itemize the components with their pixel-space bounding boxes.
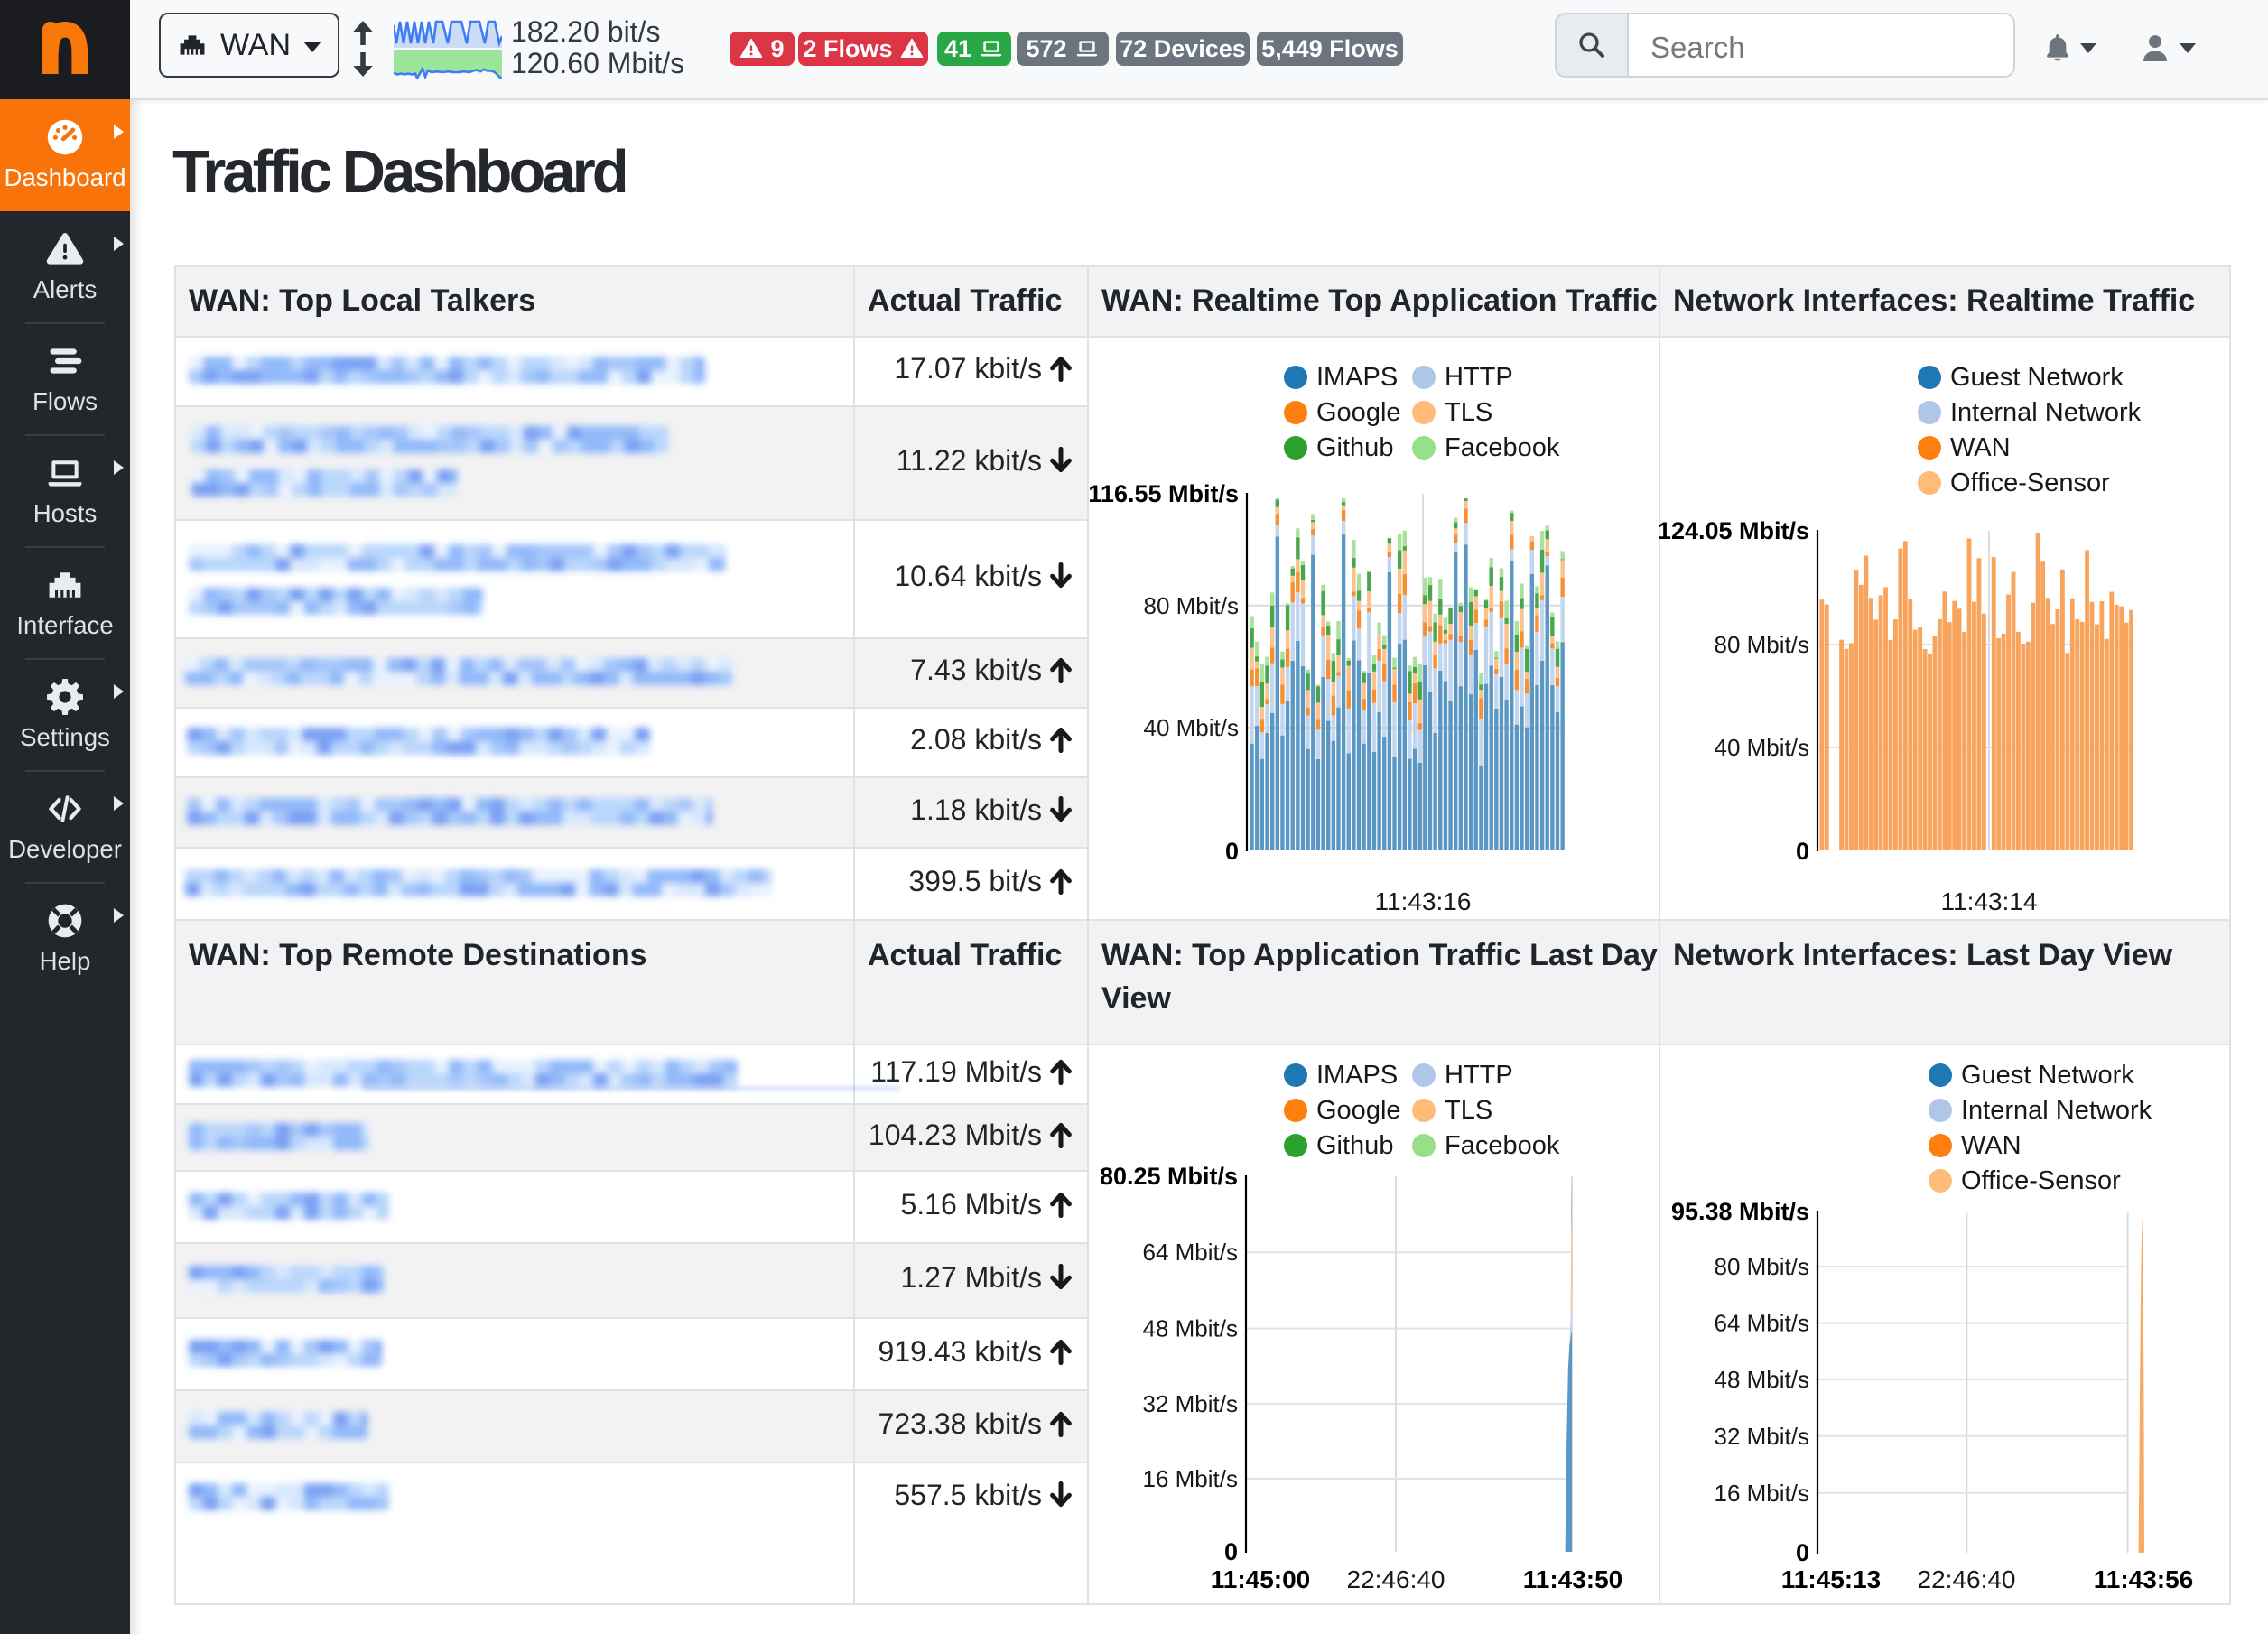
svg-text:80 Mbit/s: 80 Mbit/s [1715,631,1810,658]
svg-text:32 Mbit/s: 32 Mbit/s [1715,1423,1810,1450]
svg-text:0: 0 [1796,838,1809,865]
svg-text:80.25 Mbit/s: 80.25 Mbit/s [1100,1163,1238,1190]
svg-text:0: 0 [1225,838,1239,865]
svg-text:48 Mbit/s: 48 Mbit/s [1143,1315,1239,1342]
svg-text:95.38 Mbit/s: 95.38 Mbit/s [1671,1198,1809,1225]
svg-text:116.55 Mbit/s: 116.55 Mbit/s [1088,480,1239,507]
svg-text:0: 0 [1224,1538,1238,1565]
svg-text:64 Mbit/s: 64 Mbit/s [1715,1310,1810,1337]
svg-text:22:46:40: 22:46:40 [1347,1565,1445,1593]
svg-text:11:43:14: 11:43:14 [1941,887,2038,915]
svg-text:80 Mbit/s: 80 Mbit/s [1715,1253,1810,1280]
svg-text:124.05 Mbit/s: 124.05 Mbit/s [1659,517,1809,544]
svg-text:0: 0 [1796,1539,1809,1566]
svg-text:40 Mbit/s: 40 Mbit/s [1715,734,1810,761]
svg-text:48 Mbit/s: 48 Mbit/s [1715,1366,1810,1393]
svg-text:16 Mbit/s: 16 Mbit/s [1715,1480,1810,1507]
svg-text:11:43:50: 11:43:50 [1523,1565,1623,1593]
svg-text:40 Mbit/s: 40 Mbit/s [1144,714,1240,741]
svg-text:11:43:56: 11:43:56 [2094,1565,2194,1593]
svg-text:22:46:40: 22:46:40 [1918,1565,2016,1593]
svg-text:16 Mbit/s: 16 Mbit/s [1143,1465,1239,1492]
svg-text:32 Mbit/s: 32 Mbit/s [1143,1390,1239,1417]
svg-text:11:45:13: 11:45:13 [1781,1565,1882,1593]
svg-text:64 Mbit/s: 64 Mbit/s [1143,1239,1239,1266]
svg-text:80 Mbit/s: 80 Mbit/s [1144,592,1240,619]
svg-text:11:43:16: 11:43:16 [1375,887,1472,915]
svg-text:11:45:00: 11:45:00 [1211,1565,1311,1593]
